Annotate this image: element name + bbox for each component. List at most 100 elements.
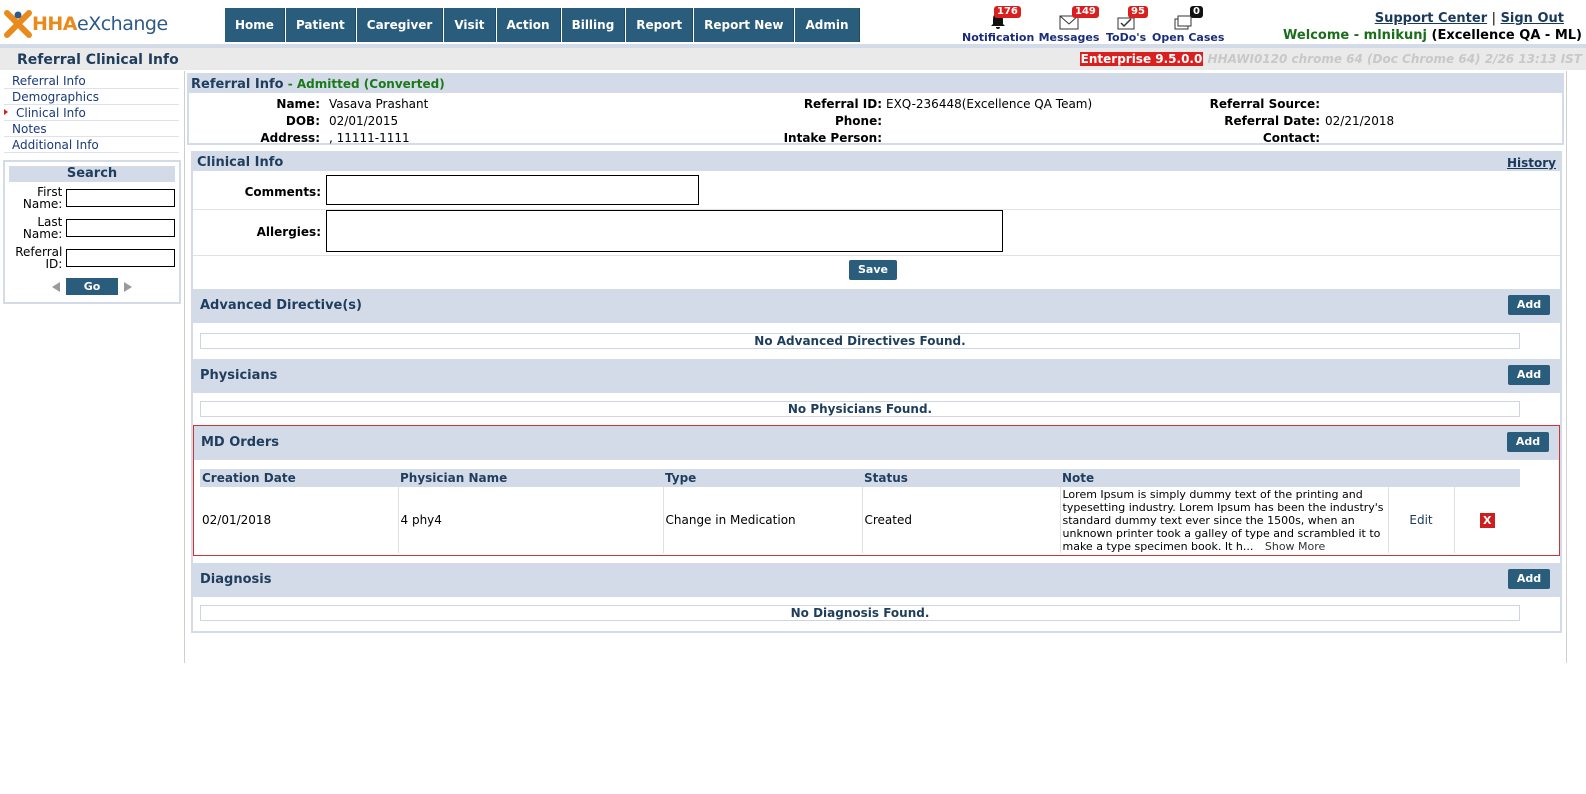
physicians-title: Physicians (200, 368, 278, 383)
hhaexchange-logo[interactable]: HHAeXchange (4, 8, 168, 40)
todos-badge: 95 (1128, 6, 1148, 18)
clinical-info-title: Clinical Info (197, 155, 284, 170)
save-button[interactable]: Save (849, 260, 897, 280)
address-value: , 11111-1111 (329, 131, 410, 145)
comments-label: Comments: (244, 185, 321, 199)
history-link[interactable]: History (1507, 156, 1556, 170)
referral-source-label: Referral Source: (1209, 97, 1320, 111)
md-orders-table: Creation Date Physician Name Type Status… (200, 469, 1520, 553)
main-nav: Home Patient Caregiver Visit Action Bill… (225, 8, 861, 42)
logo-hha-text: HHA (32, 13, 78, 35)
next-arrow-icon[interactable] (124, 281, 132, 292)
messages-badge: 149 (1072, 6, 1099, 18)
col-status[interactable]: Status (862, 469, 1060, 487)
referral-date-label: Referral Date: (1224, 114, 1320, 128)
add-diagnosis-button[interactable]: Add (1508, 569, 1550, 589)
search-title: Search (9, 166, 175, 182)
active-arrow-icon (4, 109, 8, 115)
intake-person-label: Intake Person: (783, 131, 882, 145)
delete-icon[interactable]: X (1479, 512, 1495, 528)
sign-out-link[interactable]: Sign Out (1501, 11, 1564, 26)
name-label: Name: (276, 97, 320, 111)
todos-link[interactable]: 95 ToDo's (1106, 6, 1148, 44)
referral-id-input[interactable] (66, 249, 175, 267)
first-name-input[interactable] (66, 189, 175, 207)
cell-delete: X (1453, 487, 1520, 553)
left-nav-demographics[interactable]: Demographics (4, 89, 179, 105)
nav-report[interactable]: Report (626, 8, 694, 42)
referral-id-value: EXQ-236448(Excellence QA Team) (886, 97, 1093, 111)
col-physician-name[interactable]: Physician Name (398, 469, 663, 487)
go-button[interactable]: Go (66, 278, 118, 295)
open-cases-badge: 0 (1190, 6, 1203, 18)
prev-arrow-icon[interactable] (52, 281, 60, 292)
nav-caregiver[interactable]: Caregiver (356, 8, 444, 42)
referral-info-panel: Referral Info - Admitted (Converted) Nam… (187, 73, 1564, 145)
referral-date-value: 02/21/2018 (1325, 114, 1395, 128)
left-nav-notes[interactable]: Notes (4, 121, 179, 137)
col-note[interactable]: Note (1060, 469, 1388, 487)
note-text: Lorem Ipsum is simply dummy text of the … (1062, 487, 1384, 553)
phone-label: Phone: (834, 114, 882, 128)
comments-textarea[interactable] (326, 175, 699, 205)
md-orders-header: MD Orders Add (194, 426, 1559, 460)
col-creation-date[interactable]: Creation Date (200, 469, 398, 487)
advanced-directives-title: Advanced Directive(s) (200, 298, 362, 313)
notification-label: Notification (962, 31, 1035, 44)
link-separator: | (1491, 11, 1497, 26)
support-center-link[interactable]: Support Center (1375, 11, 1487, 26)
show-more-link[interactable]: Show More (1265, 540, 1325, 553)
clinical-info-header: Clinical Info History (193, 153, 1560, 171)
table-row: 02/01/2018 4 phy4 Change in Medication C… (200, 487, 1520, 553)
nav-home[interactable]: Home (225, 8, 285, 42)
left-nav-referral-info[interactable]: Referral Info (4, 73, 179, 89)
open-cases-link[interactable]: 0 Open Cases (1152, 6, 1225, 44)
edit-link[interactable]: Edit (1409, 513, 1432, 527)
left-nav: Referral Info Demographics Clinical Info… (4, 73, 179, 153)
add-physician-button[interactable]: Add (1508, 365, 1550, 385)
add-md-order-button[interactable]: Add (1507, 432, 1549, 452)
search-panel: Search First Name: Last Name: Referral I… (3, 160, 181, 304)
left-nav-clinical-info-link[interactable]: Clinical Info (16, 106, 86, 120)
welcome-text: Welcome - mlnikunj (Excellence QA - ML) (1283, 28, 1582, 43)
left-nav-referral-info-link[interactable]: Referral Info (12, 74, 86, 88)
cell-physician: 4 phy4 (397, 487, 663, 553)
welcome-prefix: Welcome - (1283, 28, 1364, 43)
cell-creation-date: 02/01/2018 (202, 513, 272, 527)
open-cases-label: Open Cases (1152, 31, 1225, 44)
left-nav-additional-info[interactable]: Additional Info (4, 137, 179, 153)
dob-label: DOB: (285, 114, 320, 128)
diagnosis-title: Diagnosis (200, 572, 272, 587)
cell-note: Lorem Ipsum is simply dummy text of the … (1059, 487, 1388, 553)
last-name-input[interactable] (66, 219, 175, 237)
logo-x-icon (4, 10, 32, 38)
referral-status: - Admitted (Converted) (283, 77, 445, 91)
physicians-empty: No Physicians Found. (200, 401, 1520, 417)
nav-action[interactable]: Action (496, 8, 561, 42)
left-nav-clinical-info[interactable]: Clinical Info (4, 105, 179, 121)
version-info: Enterprise 9.5.0.0 HHAWI0120 chrome 64 (… (1079, 52, 1582, 66)
build-info: HHAWI0120 chrome 64 (Doc Chrome 64) 2/26… (1207, 52, 1582, 66)
nav-billing[interactable]: Billing (561, 8, 626, 42)
nav-report-new[interactable]: Report New (694, 8, 795, 42)
last-name-label: Last Name: (22, 215, 63, 241)
referral-info-header: Referral Info - Admitted (Converted) (189, 75, 1562, 93)
diagnosis-header: Diagnosis Add (193, 563, 1560, 597)
logo-exchange-text: eXchange (77, 13, 168, 35)
nav-visit[interactable]: Visit (444, 8, 496, 42)
contact-label: Contact: (1262, 131, 1320, 145)
left-nav-demographics-link[interactable]: Demographics (12, 90, 99, 104)
allergies-textarea[interactable] (326, 210, 1003, 252)
cell-edit: Edit (1387, 487, 1454, 553)
nav-admin[interactable]: Admin (795, 8, 860, 42)
cases-icon (1174, 15, 1192, 30)
left-nav-additional-info-link[interactable]: Additional Info (12, 138, 99, 152)
col-type[interactable]: Type (663, 469, 862, 487)
nav-patient[interactable]: Patient (285, 8, 356, 42)
md-orders-title: MD Orders (201, 435, 279, 450)
name-value: Vasava Prashant (329, 97, 429, 111)
left-nav-notes-link[interactable]: Notes (12, 122, 47, 136)
notification-link[interactable]: 176 Notification (962, 6, 1035, 44)
messages-link[interactable]: 149 Messages (1036, 6, 1102, 44)
add-advanced-directive-button[interactable]: Add (1508, 295, 1550, 315)
